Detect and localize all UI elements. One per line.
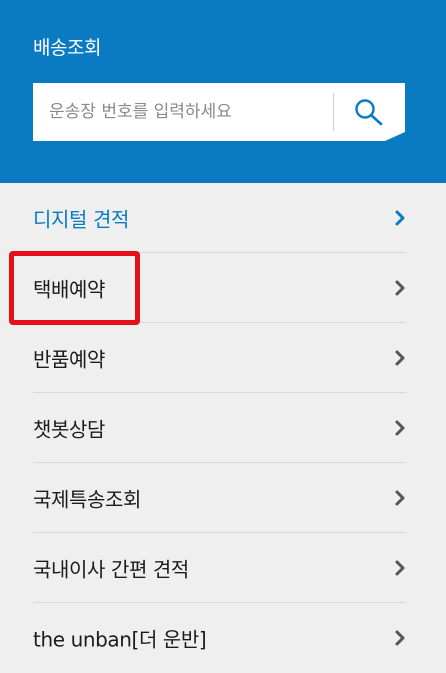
chevron-right-icon	[395, 420, 405, 435]
menu-item-label: 챗봇상담	[33, 417, 105, 441]
menu-item-label: the unban[더 운반]	[33, 627, 207, 652]
chevron-right-icon	[395, 210, 405, 225]
menu-item-international-tracking[interactable]: 국제특송조회	[33, 463, 406, 533]
menu-item-return-reservation[interactable]: 반품예약	[33, 323, 406, 393]
tracking-number-input[interactable]	[33, 83, 333, 141]
page-title: 배송조회	[33, 37, 101, 59]
header: 배송조회	[0, 0, 446, 183]
menu-item-label: 국제특송조회	[33, 487, 141, 511]
chevron-right-icon	[395, 630, 405, 646]
menu-item-moving-quote[interactable]: 국내이사 간편 견적	[33, 533, 406, 603]
tracking-search-box	[33, 83, 405, 141]
menu-item-label: 디지털 견적	[33, 207, 129, 231]
menu-item-label: 반품예약	[33, 347, 105, 371]
menu-item-the-unban[interactable]: the unban[더 운반]	[33, 603, 406, 673]
service-menu: 디지털 견적 택배예약 반품예약 챗봇상담 국제특송조회 국내이사 간편 견적	[0, 183, 446, 673]
chevron-right-icon	[395, 490, 405, 505]
chevron-right-icon	[395, 560, 405, 575]
search-icon	[354, 99, 382, 126]
chevron-right-icon	[395, 350, 405, 365]
menu-item-label: 택배예약	[33, 277, 105, 301]
menu-item-parcel-reservation[interactable]: 택배예약	[33, 253, 406, 323]
menu-item-digital-quote[interactable]: 디지털 견적	[33, 183, 406, 253]
search-box-corner-notch	[385, 132, 405, 141]
chevron-right-icon	[395, 280, 405, 295]
menu-item-label: 국내이사 간편 견적	[33, 557, 189, 581]
menu-item-chatbot[interactable]: 챗봇상담	[33, 393, 406, 463]
